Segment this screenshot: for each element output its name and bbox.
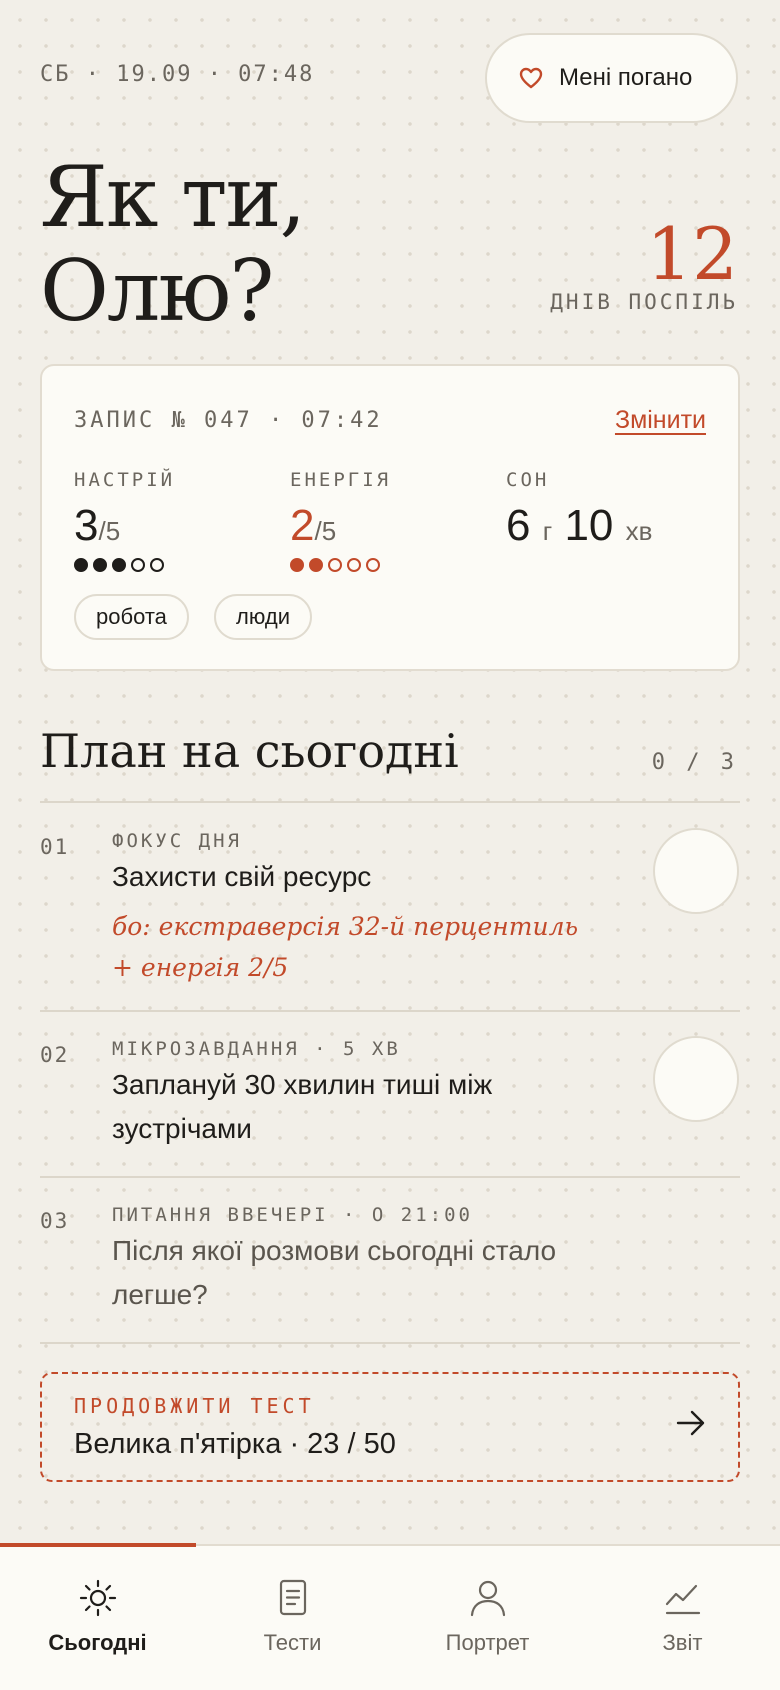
page-title: Як ти, Олю? (40, 148, 306, 340)
plan-item-kicker: ФОКУС ДНЯ (112, 830, 242, 852)
plan-item-title: Заплануй 30 хвилин тиші між зустрічами (112, 1069, 493, 1144)
entry-label: ЗАПИС № 047 · 07:42 (74, 408, 383, 433)
tab-portrait-label: Портрет (445, 1630, 530, 1655)
tab-report-label: Звіт (662, 1630, 703, 1655)
divider (40, 801, 740, 803)
rating-dot-filled (309, 558, 323, 572)
energy-label: ЕНЕРГІЯ (290, 469, 392, 491)
greeting-line-1: Як ти, (40, 148, 306, 246)
rating-dot-empty (131, 558, 145, 572)
checkin-card: ЗАПИС № 047 · 07:42 Змінити НАСТРІЙ 3/5 … (40, 364, 740, 671)
sleep-value: 6 г 10 хв (506, 499, 652, 558)
chart-icon (665, 1584, 700, 1615)
tab-report[interactable]: Звіт (585, 1546, 780, 1690)
arrow-right-icon (676, 1410, 705, 1436)
plan-item-number: 02 (40, 1043, 70, 1067)
date-time: СБ · 19.09 · 07:48 (40, 62, 315, 87)
plan-item-number: 03 (40, 1209, 70, 1233)
edit-entry-link[interactable]: Змінити (615, 406, 706, 435)
mood-value: 3/5 (74, 499, 120, 558)
feel-bad-button[interactable]: Мені погано (485, 33, 738, 123)
tab-today-label: Сьогодні (48, 1630, 147, 1655)
rating-dot-filled (112, 558, 126, 572)
tab-tests-label: Тести (263, 1630, 322, 1655)
sun-icon (79, 1579, 116, 1617)
energy-rating-dots (290, 558, 380, 572)
divider (40, 1010, 740, 1012)
feel-bad-label: Мені погано (559, 64, 693, 91)
mood-rating-dots (74, 558, 164, 572)
rating-dot-filled (290, 558, 304, 572)
rating-dot-empty (150, 558, 164, 572)
continue-test-title: Велика п'ятірка · 23 / 50 (74, 1428, 396, 1460)
tag-chip-people[interactable]: люди (214, 594, 312, 640)
plan-item-title: Захисти свій ресурс (112, 861, 372, 892)
divider (40, 1342, 740, 1344)
energy-max: /5 (314, 516, 337, 546)
energy-score: 2 (290, 501, 315, 550)
document-icon (279, 1579, 306, 1616)
person-icon (470, 1580, 505, 1617)
rating-dot-filled (93, 558, 107, 572)
plan-item-kicker: МІКРОЗАВДАННЯ · 5 ХВ (112, 1038, 401, 1060)
rating-dot-empty (366, 558, 380, 572)
plan-item-reason: бо: екстраверсія 32-й перцентиль + енерг… (112, 912, 579, 982)
greeting-line-2: Олю? (40, 242, 274, 340)
tag-chip-work[interactable]: робота (74, 594, 189, 640)
rating-dot-empty (347, 558, 361, 572)
sleep-label: СОН (506, 469, 550, 491)
rating-dot-filled (74, 558, 88, 572)
plan-item-checkbox[interactable] (653, 1036, 739, 1122)
divider (40, 1176, 740, 1178)
mood-max: /5 (98, 516, 121, 546)
plan-item-title: Після якої розмови сьогодні стало легше? (112, 1235, 557, 1310)
heart-icon (519, 67, 543, 89)
tab-tests[interactable]: Тести (195, 1546, 390, 1690)
rating-dot-empty (328, 558, 342, 572)
sleep-hours: 6 (506, 501, 531, 550)
streak-label: ДНІВ ПОСПІЛЬ (550, 290, 738, 314)
plan-title: План на сьогодні (40, 724, 459, 778)
bottom-navigation: Сьогодні Тести Портрет Звіт (0, 1543, 780, 1690)
streak-count: 12 (646, 212, 738, 296)
plan-item-checkbox[interactable] (653, 828, 739, 914)
mood-score: 3 (74, 501, 99, 550)
tab-portrait[interactable]: Портрет (390, 1546, 585, 1690)
plan-item-number: 01 (40, 835, 70, 859)
tab-today[interactable]: Сьогодні (0, 1546, 195, 1690)
mood-label: НАСТРІЙ (74, 469, 176, 491)
sleep-minutes: 10 (564, 501, 614, 550)
energy-value: 2/5 (290, 499, 336, 558)
sleep-minutes-unit: хв (625, 516, 653, 546)
sleep-hours-unit: г (542, 516, 553, 546)
continue-test-kicker: ПРОДОВЖИТИ ТЕСТ (74, 1394, 315, 1418)
continue-test-card[interactable]: ПРОДОВЖИТИ ТЕСТ Велика п'ятірка · 23 / 5… (40, 1372, 740, 1482)
plan-progress: 0 / 3 (651, 750, 738, 775)
plan-item-kicker: ПИТАННЯ ВВЕЧЕРІ · О 21:00 (112, 1204, 473, 1226)
